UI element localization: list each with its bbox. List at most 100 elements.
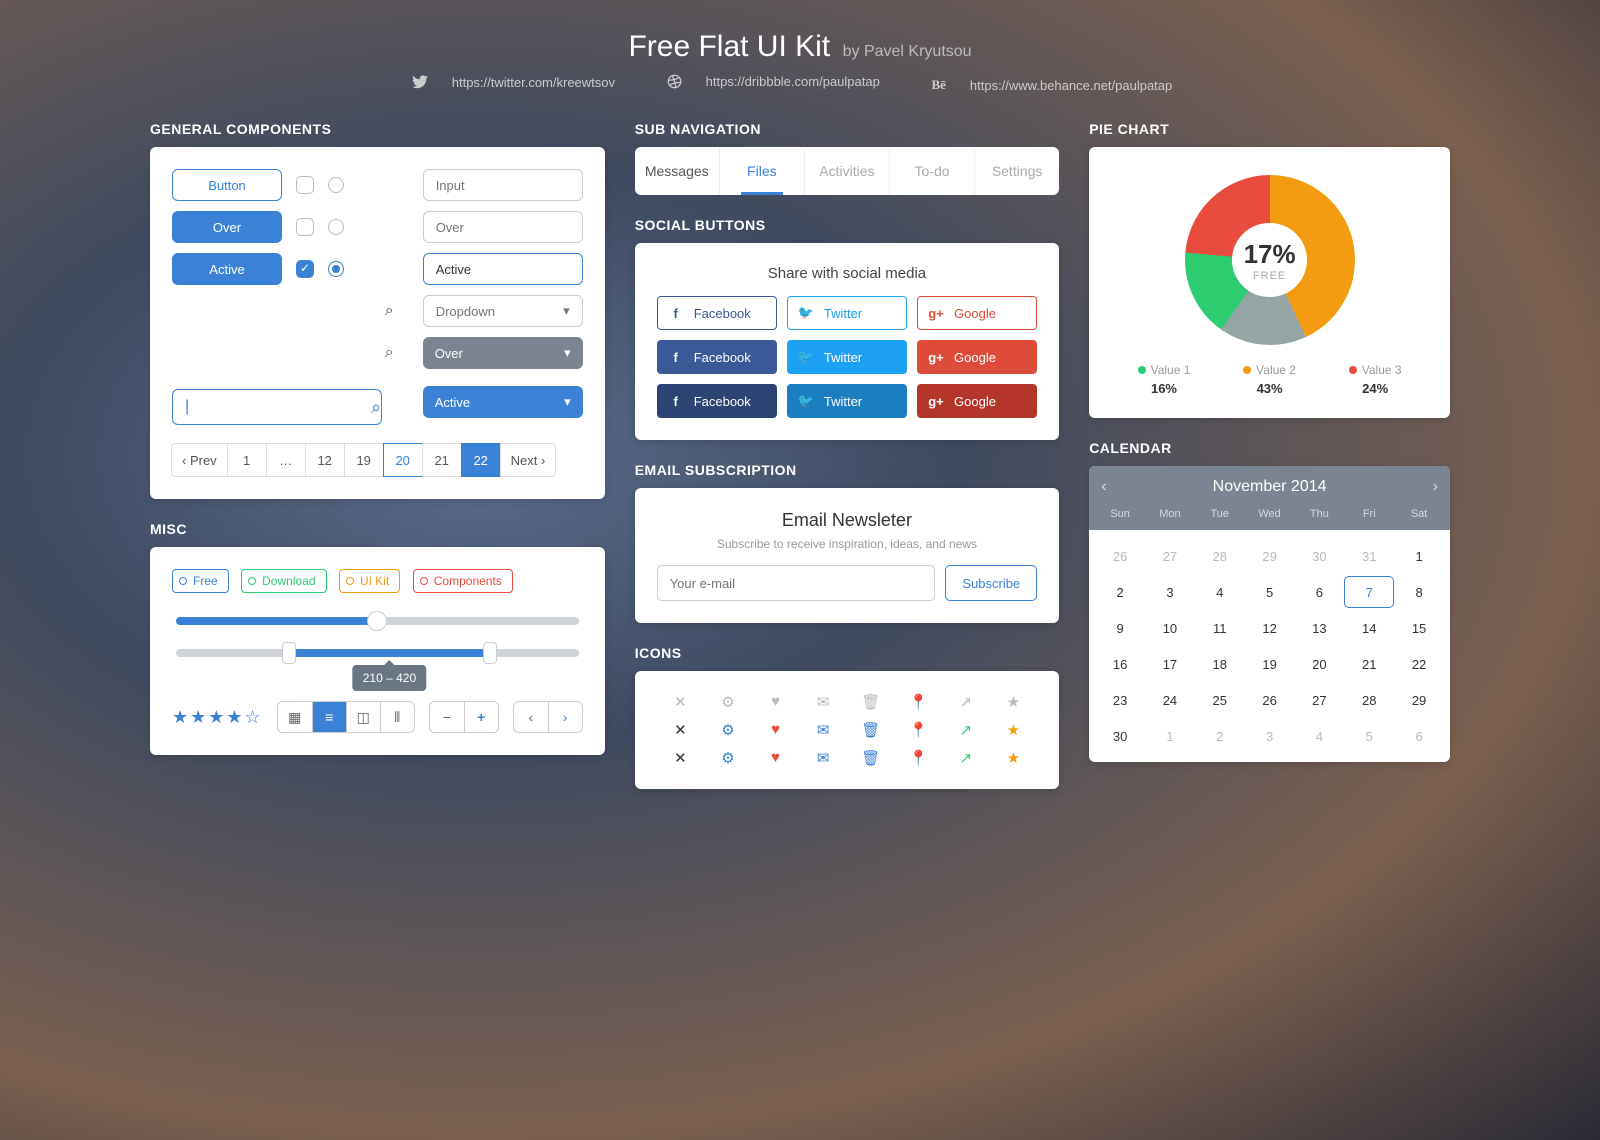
cal-day[interactable]: 20	[1295, 648, 1345, 680]
cal-day[interactable]: 6	[1394, 720, 1444, 752]
cal-day[interactable]: 1	[1394, 540, 1444, 572]
page-22[interactable]: 22	[461, 443, 501, 477]
cal-day[interactable]: 19	[1245, 648, 1295, 680]
cal-day[interactable]: 8	[1394, 576, 1444, 608]
cal-day[interactable]: 4	[1195, 576, 1245, 608]
cal-day[interactable]: 2	[1095, 576, 1145, 608]
cal-day[interactable]: 25	[1195, 684, 1245, 716]
cal-day[interactable]: 10	[1145, 612, 1195, 644]
cal-day[interactable]: 4	[1295, 720, 1345, 752]
zoom-out-icon[interactable]: −	[430, 702, 464, 732]
cal-day[interactable]: 24	[1145, 684, 1195, 716]
cal-day[interactable]: 26	[1095, 540, 1145, 572]
tab-files[interactable]: Files	[719, 147, 804, 195]
twitter-dark-button[interactable]: 🐦Twitter	[787, 384, 907, 418]
dropdown-normal[interactable]: Dropdown▾	[423, 295, 583, 327]
cal-day[interactable]: 31	[1344, 540, 1394, 572]
cal-day[interactable]: 1	[1145, 720, 1195, 752]
cal-day[interactable]: 16	[1095, 648, 1145, 680]
cal-day[interactable]: 3	[1145, 576, 1195, 608]
slider-single[interactable]	[176, 617, 579, 625]
button-over[interactable]: Over	[172, 211, 282, 243]
checkbox-off-1[interactable]	[296, 176, 314, 194]
tag-download[interactable]: Download	[241, 569, 326, 593]
checkbox-on[interactable]: ✓	[296, 260, 314, 278]
cal-day[interactable]: 22	[1394, 648, 1444, 680]
behance-link[interactable]: Bēhttps://www.behance.net/paulpatap	[931, 77, 1188, 93]
page-12[interactable]: 12	[305, 443, 345, 477]
cal-day[interactable]: 29	[1245, 540, 1295, 572]
twitter-link[interactable]: https://twitter.com/kreewtsov	[412, 75, 631, 90]
cal-day[interactable]: 2	[1195, 720, 1245, 752]
cal-day[interactable]: 28	[1195, 540, 1245, 572]
search-input[interactable]: |⌕	[172, 389, 382, 425]
view-grid-icon[interactable]: ▦	[278, 702, 312, 732]
rating-stars[interactable]: ★★★★☆	[172, 707, 263, 728]
twitter-solid-button[interactable]: 🐦Twitter	[787, 340, 907, 374]
cal-next-icon[interactable]: ›	[1433, 478, 1438, 496]
tab-settings[interactable]: Settings	[974, 147, 1059, 195]
page-1[interactable]: 1	[227, 443, 267, 477]
slider-handle-min[interactable]	[282, 642, 296, 664]
google-outline-button[interactable]: g+Google	[917, 296, 1037, 330]
cal-day[interactable]: 3	[1245, 720, 1295, 752]
dropdown-over[interactable]: Over▾	[423, 337, 583, 369]
google-dark-button[interactable]: g+Google	[917, 384, 1037, 418]
nav-prev-icon[interactable]: ‹	[514, 702, 548, 732]
cal-prev-icon[interactable]: ‹	[1101, 478, 1106, 496]
page-19[interactable]: 19	[344, 443, 384, 477]
cal-day[interactable]: 18	[1195, 648, 1245, 680]
cal-day[interactable]: 15	[1394, 612, 1444, 644]
cal-day[interactable]: 27	[1145, 540, 1195, 572]
cal-day[interactable]: 30	[1095, 720, 1145, 752]
page-20[interactable]: 20	[383, 443, 423, 477]
slider-range[interactable]: 210 – 420	[176, 649, 579, 657]
radio-on[interactable]	[328, 261, 344, 277]
slider-handle-max[interactable]	[483, 642, 497, 664]
page-next[interactable]: Next ›	[500, 443, 557, 477]
view-compact-icon[interactable]: ⦀	[380, 702, 414, 732]
cal-day[interactable]: 14	[1344, 612, 1394, 644]
cal-day[interactable]: 11	[1195, 612, 1245, 644]
zoom-in-icon[interactable]: +	[464, 702, 498, 732]
view-list-icon[interactable]: ≡	[312, 702, 346, 732]
tab-todo[interactable]: To-do	[889, 147, 974, 195]
radio-off-1[interactable]	[328, 177, 344, 193]
input-over[interactable]	[423, 211, 583, 243]
cal-day[interactable]: 23	[1095, 684, 1145, 716]
facebook-solid-button[interactable]: fFacebook	[657, 340, 777, 374]
cal-day[interactable]: 13	[1295, 612, 1345, 644]
page-21[interactable]: 21	[422, 443, 462, 477]
cal-day[interactable]: 6	[1295, 576, 1345, 608]
tag-components[interactable]: Components	[413, 569, 513, 593]
twitter-outline-button[interactable]: 🐦Twitter	[787, 296, 907, 330]
tag-uikit[interactable]: UI Kit	[339, 569, 400, 593]
dropdown-active[interactable]: Active▾	[423, 386, 583, 418]
nav-next-icon[interactable]: ›	[548, 702, 582, 732]
input-normal[interactable]	[423, 169, 583, 201]
cal-day[interactable]: 30	[1295, 540, 1345, 572]
cal-day[interactable]: 26	[1245, 684, 1295, 716]
tag-free[interactable]: Free	[172, 569, 229, 593]
cal-day[interactable]: 29	[1394, 684, 1444, 716]
cal-day[interactable]: 12	[1245, 612, 1295, 644]
button-normal[interactable]: Button	[172, 169, 282, 201]
checkbox-off-2[interactable]	[296, 218, 314, 236]
facebook-outline-button[interactable]: fFacebook	[657, 296, 777, 330]
input-active[interactable]	[423, 253, 583, 285]
tab-messages[interactable]: Messages	[635, 147, 719, 195]
cal-day[interactable]: 27	[1295, 684, 1345, 716]
cal-day[interactable]: 5	[1344, 720, 1394, 752]
button-active[interactable]: Active	[172, 253, 282, 285]
cal-day[interactable]: 9	[1095, 612, 1145, 644]
cal-day[interactable]: 17	[1145, 648, 1195, 680]
tab-activities[interactable]: Activities	[804, 147, 889, 195]
facebook-dark-button[interactable]: fFacebook	[657, 384, 777, 418]
google-solid-button[interactable]: g+Google	[917, 340, 1037, 374]
view-columns-icon[interactable]: ◫	[346, 702, 380, 732]
cal-day[interactable]: 7	[1344, 576, 1394, 608]
cal-day[interactable]: 5	[1245, 576, 1295, 608]
cal-day[interactable]: 28	[1344, 684, 1394, 716]
email-input[interactable]	[657, 565, 936, 601]
radio-off-2[interactable]	[328, 219, 344, 235]
